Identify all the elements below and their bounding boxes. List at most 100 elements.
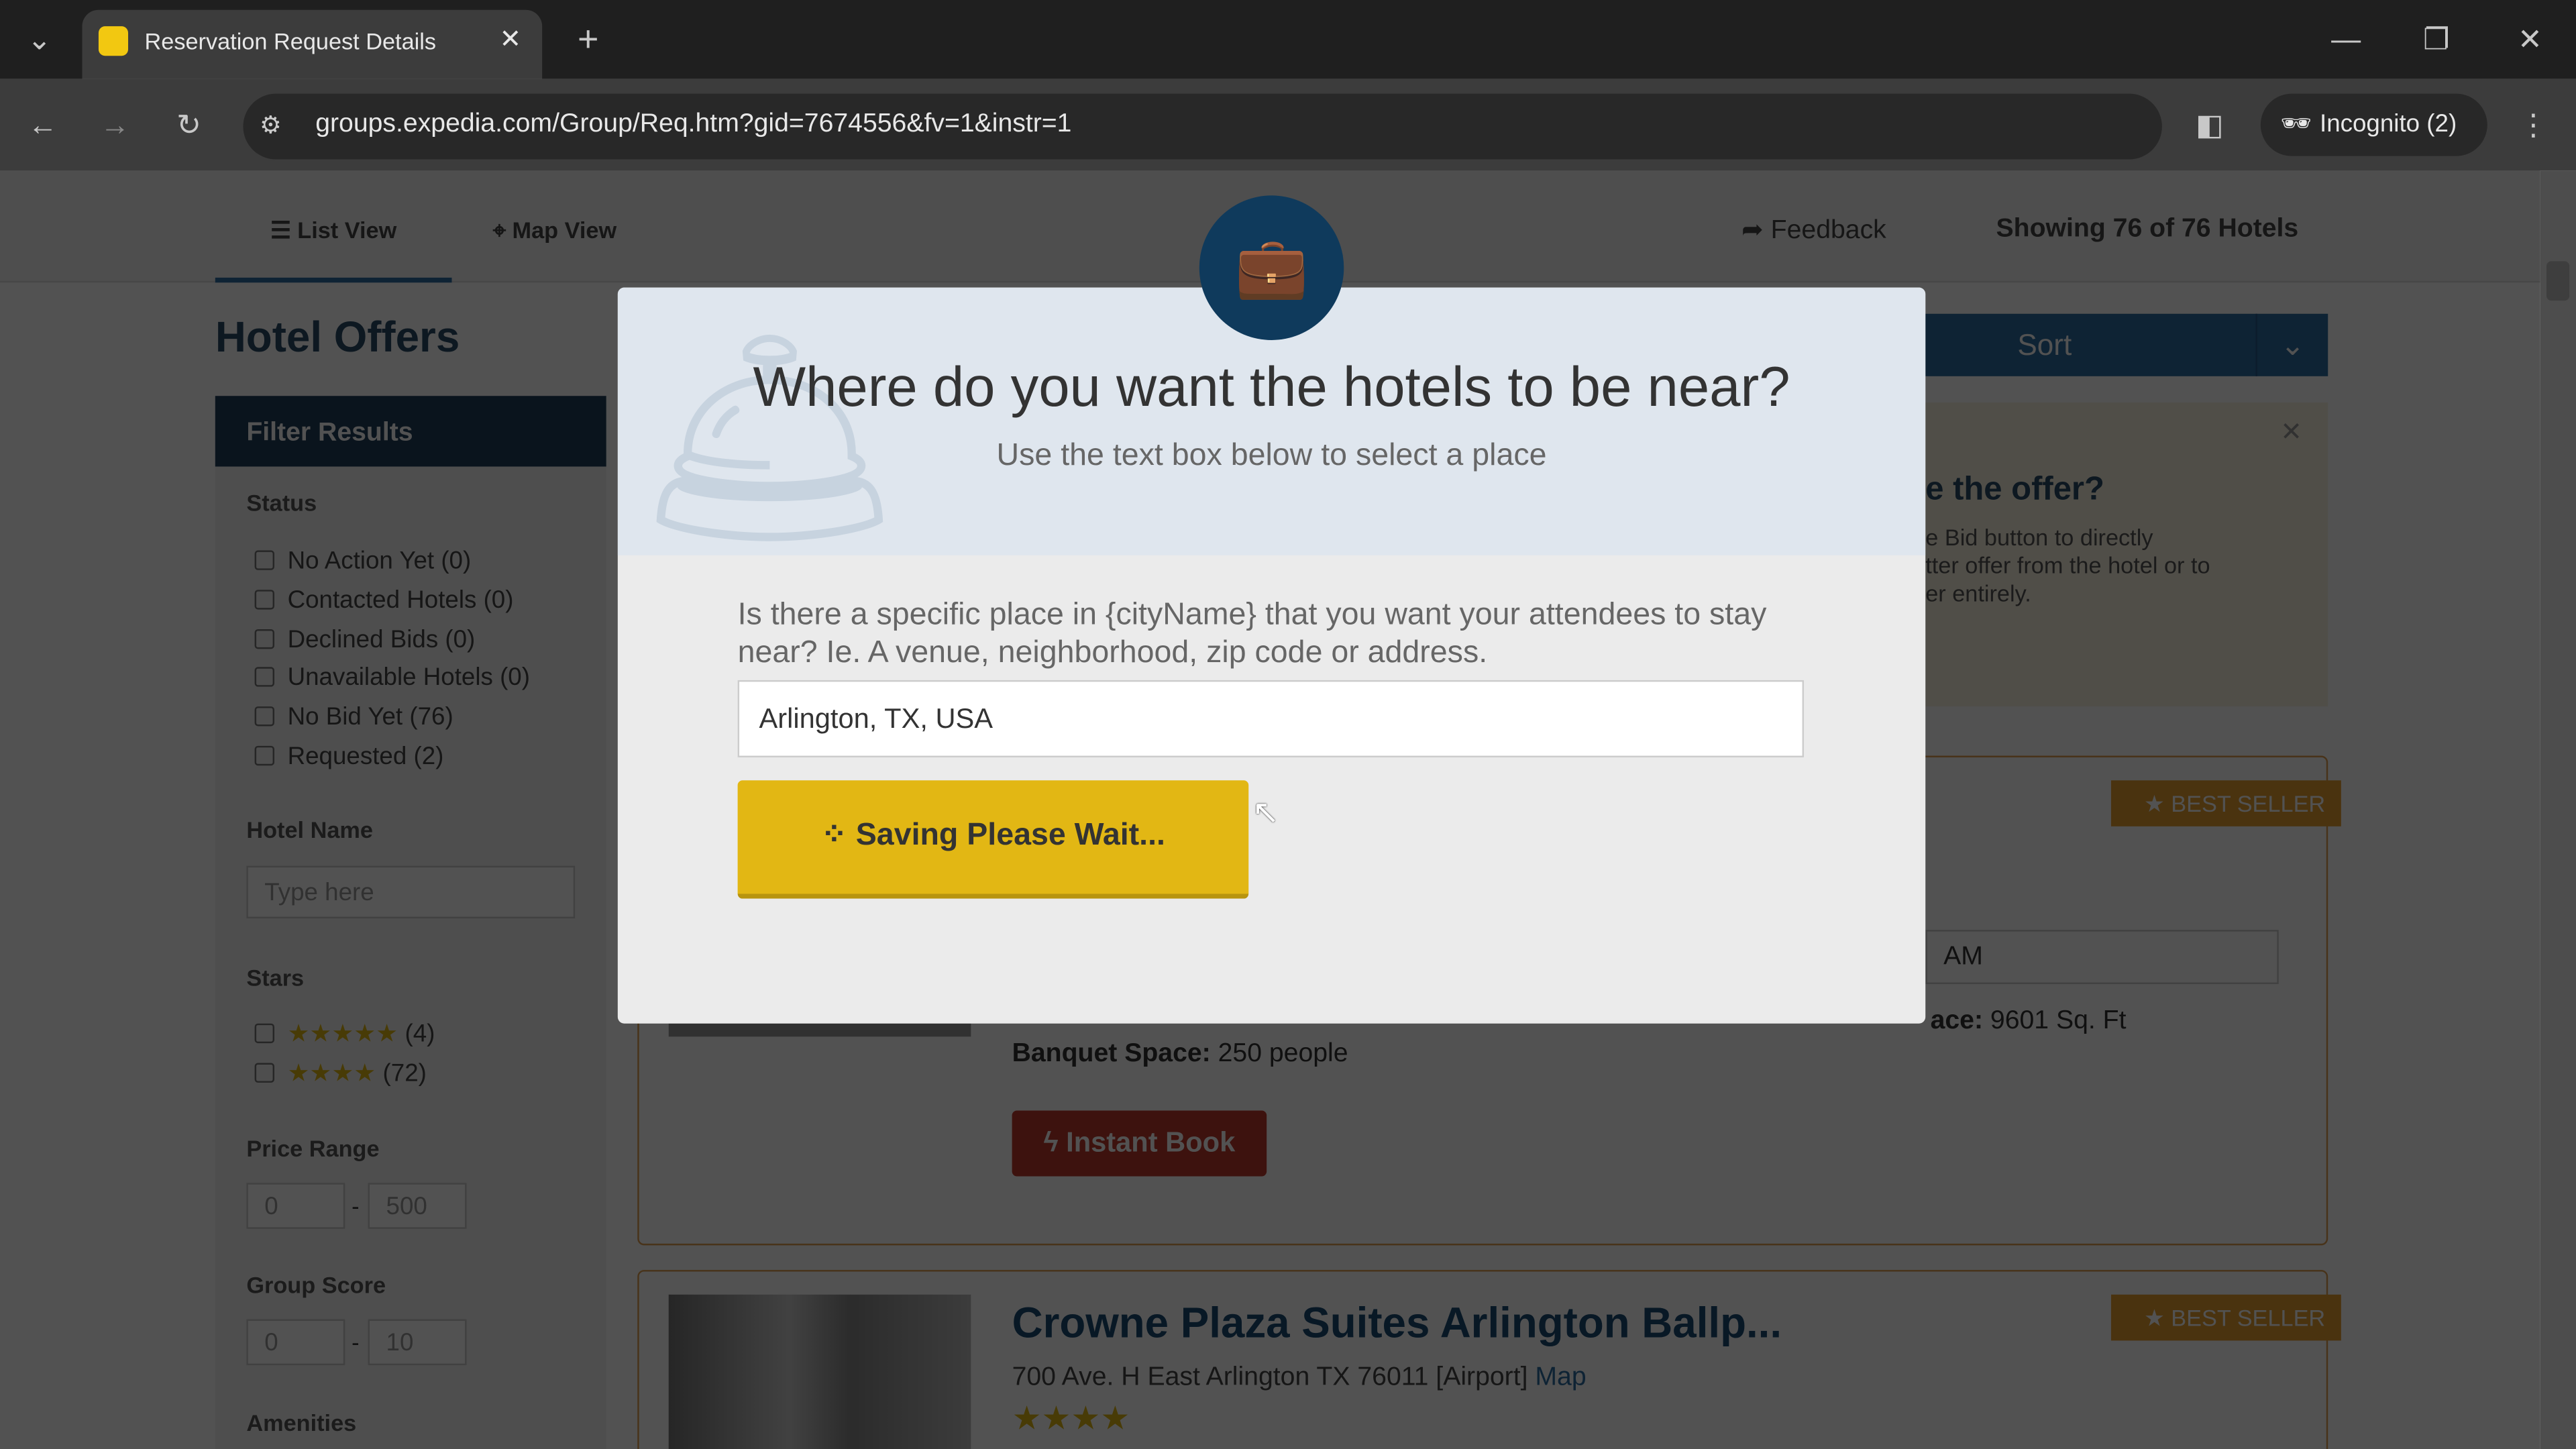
side-panel-icon[interactable]: ◧ [2180, 92, 2239, 158]
range-separator: - [352, 1329, 360, 1356]
close-tab-icon[interactable]: ✕ [499, 23, 521, 56]
filter-header: Filter Results [215, 396, 606, 467]
close-info-icon[interactable]: ✕ [2280, 416, 2302, 449]
four-stars-icon: ★★★★ [287, 1059, 376, 1088]
banquet-label: Banquet Space: [1012, 1040, 1211, 1068]
hotel-name-label: Hotel Name [246, 816, 373, 843]
service-bell-icon: 🛎 [634, 317, 906, 557]
scrollbar-thumb[interactable] [2546, 261, 2570, 301]
tab-list-view[interactable]: ☰ List View [215, 171, 452, 283]
status-option: Unavailable Hotels (0) [287, 664, 530, 692]
map-pin-icon: ⌖ [492, 217, 506, 244]
stars-count: (72) [382, 1059, 427, 1088]
price-range-label: Price Range [246, 1135, 380, 1162]
save-button-label: Saving Please Wait... [855, 818, 1165, 853]
results-count: Showing 76 of 76 Hotels [1996, 215, 2299, 244]
time-input[interactable]: AM [1925, 930, 2279, 984]
status-option: Contacted Hotels (0) [287, 586, 514, 614]
briefcase-icon: 💼 [1199, 195, 1344, 340]
price-min-input[interactable]: 0 [246, 1183, 345, 1229]
info-title: e the offer? [1925, 471, 2104, 508]
hotel-stars-icon: ★★★★ [1012, 1401, 1130, 1438]
status-checkbox[interactable]: Contacted Hotels (0) [254, 581, 530, 620]
hotel-name-input[interactable] [246, 865, 576, 918]
filter-panel: Status No Action Yet (0) Contacted Hotel… [215, 466, 606, 1449]
stars-5-checkbox[interactable]: ★★★★★ (4) [254, 1018, 435, 1049]
mouse-cursor: ↖ [1252, 795, 1280, 832]
site-info-icon[interactable]: ⚙ [260, 110, 282, 140]
stars-count: (4) [405, 1020, 435, 1049]
profile-label: Incognito (2) [2319, 110, 2457, 138]
status-option: No Bid Yet (76) [287, 703, 453, 732]
five-stars-icon: ★★★★★ [287, 1020, 398, 1049]
range-separator: - [352, 1192, 360, 1220]
status-checkbox[interactable]: No Action Yet (0) [254, 542, 530, 581]
best-seller-badge: ★ BEST SELLER [2110, 1294, 2341, 1341]
status-checkbox[interactable]: Requested (2) [254, 738, 530, 777]
meeting-space-label: ace: [1930, 1007, 1984, 1035]
tab-title: Reservation Request Details [144, 28, 437, 54]
map-view-label: Map View [512, 217, 617, 244]
save-button[interactable]: ⁘ Saving Please Wait... [737, 780, 1249, 899]
close-window-icon[interactable]: ✕ [2500, 7, 2559, 72]
minimize-icon[interactable]: — [2316, 7, 2375, 72]
tab-strip: ⌄ Reservation Request Details ✕ + — ❐ ✕ [0, 0, 2576, 79]
hotel-name-link[interactable]: Crowne Plaza Suites Arlington Ballp... [1012, 1298, 1782, 1349]
badge-label: BEST SELLER [2171, 790, 2326, 817]
page-title: Hotel Offers [215, 312, 460, 362]
score-min-input[interactable]: 0 [246, 1319, 345, 1366]
status-checkbox[interactable]: No Bid Yet (76) [254, 698, 530, 737]
sort-label: Sort [2017, 328, 2072, 362]
badge-label: BEST SELLER [2171, 1304, 2326, 1331]
spinner-icon: ⁘ [820, 818, 847, 853]
incognito-icon: 🕶 [2280, 110, 2312, 138]
back-icon[interactable]: ← [13, 92, 72, 158]
hotel-image[interactable] [668, 1294, 971, 1449]
status-checkbox[interactable]: Declined Bids (0) [254, 621, 530, 659]
best-seller-badge: ★ BEST SELLER [2110, 780, 2341, 826]
status-checkbox[interactable]: Unavailable Hotels (0) [254, 659, 530, 698]
tab-search-icon[interactable]: ⌄ [10, 7, 69, 72]
instant-book-label: Instant Book [1066, 1127, 1236, 1159]
stars-label: Stars [246, 964, 305, 991]
restore-icon[interactable]: ❐ [2407, 7, 2466, 72]
amenities-label: Amenities [246, 1409, 357, 1436]
location-modal: 🛎 Where do you want the hotels to be nea… [617, 287, 1926, 1024]
address-bar[interactable]: ⚙ groups.expedia.com/Group/Req.htm?gid=7… [243, 93, 2162, 160]
map-link[interactable]: Map [1535, 1364, 1586, 1392]
status-option: Requested (2) [287, 742, 444, 771]
tab-map-view[interactable]: ⌖ Map View [493, 171, 616, 283]
menu-icon[interactable]: ⋮ [2504, 92, 2563, 158]
banquet-value: 250 people [1218, 1040, 1348, 1068]
modal-subtitle: Use the text box below to select a place [996, 438, 1547, 474]
info-text: e Bid button to directly tter offer from… [1925, 524, 2210, 606]
expedia-favicon-icon [98, 26, 129, 56]
hotel-address: 700 Ave. H East Arlington TX 76011 [Airp… [1012, 1363, 1528, 1392]
score-max-input[interactable]: 10 [368, 1319, 467, 1366]
bolt-icon: ϟ [1043, 1127, 1059, 1159]
stars-4-checkbox[interactable]: ★★★★ (72) [254, 1058, 427, 1088]
group-score-label: Group Score [246, 1271, 386, 1298]
url-text[interactable]: groups.expedia.com/Group/Req.htm?gid=767… [315, 110, 1071, 140]
new-tab-icon[interactable]: + [559, 7, 618, 72]
hotel-card: ★ BEST SELLER Crowne Plaza Suites Arling… [637, 1270, 2341, 1449]
instant-book-button[interactable]: ϟ Instant Book [1012, 1110, 1267, 1177]
status-list: No Action Yet (0) Contacted Hotels (0) D… [254, 542, 530, 777]
forward-icon[interactable]: → [85, 92, 144, 158]
feedback-link[interactable]: ➦ Feedback [1741, 213, 1886, 246]
status-label: Status [246, 489, 317, 516]
status-option: No Action Yet (0) [287, 547, 472, 576]
scrollbar[interactable] [2540, 170, 2576, 1449]
feedback-label: Feedback [1770, 217, 1886, 245]
modal-question: Is there a specific place in {cityName} … [737, 598, 1767, 671]
browser-tab[interactable]: Reservation Request Details ✕ [82, 9, 543, 79]
chevron-down-icon[interactable]: ⌄ [2255, 313, 2328, 376]
incognito-button[interactable]: 🕶 Incognito (2) [2260, 93, 2487, 156]
status-option: Declined Bids (0) [287, 625, 476, 653]
modal-title: Where do you want the hotels to be near? [753, 356, 1790, 419]
reload-icon[interactable]: ↻ [160, 92, 219, 158]
meeting-space-value: 9601 Sq. Ft [1990, 1007, 2127, 1035]
price-max-input[interactable]: 500 [368, 1183, 467, 1229]
list-view-label: List View [297, 217, 397, 244]
place-input[interactable]: Arlington, TX, USA [737, 680, 1805, 757]
